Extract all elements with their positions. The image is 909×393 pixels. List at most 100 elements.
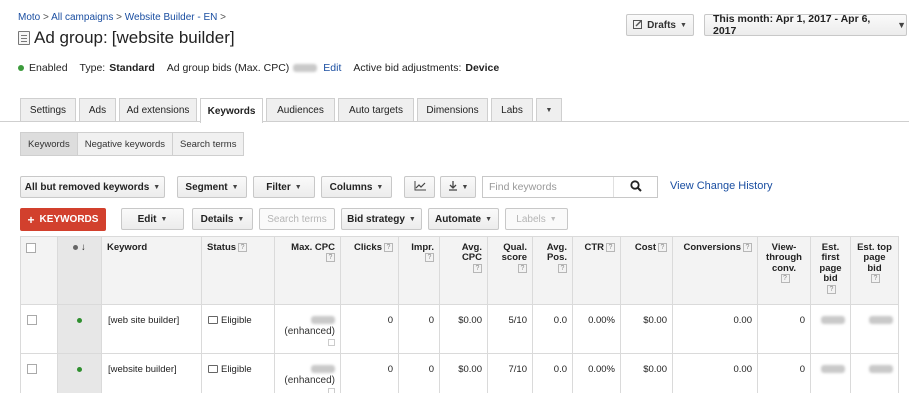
est-top-page-bid-cell [850, 353, 899, 393]
speech-bubble-icon[interactable] [208, 316, 218, 324]
row-status-cell[interactable] [57, 353, 102, 393]
tab-keywords[interactable]: Keywords [200, 98, 263, 123]
edit-bids-link[interactable]: Edit [323, 62, 341, 74]
main-tabs: Settings Ads Ad extensions Keywords Audi… [20, 98, 562, 123]
max-cpc-cell[interactable]: (enhanced) [274, 353, 341, 393]
search-terms-button[interactable]: Search terms [259, 208, 335, 230]
help-icon[interactable]: ? [780, 274, 790, 284]
chevron-down-icon: ▼ [160, 215, 168, 223]
est-first-page-bid-header[interactable]: Est. first page bid? [810, 236, 851, 305]
help-icon[interactable]: ? [238, 243, 248, 252]
help-icon[interactable]: ? [384, 243, 393, 252]
help-icon[interactable]: ? [658, 243, 667, 252]
bids-label: Ad group bids (Max. CPC) [166, 62, 290, 74]
help-icon[interactable]: ? [326, 253, 335, 263]
date-range-button[interactable]: This month: Apr 1, 2017 - Apr 6, 2017 ▼ [704, 13, 907, 37]
cost-cell: $0.00 [620, 353, 673, 393]
help-icon[interactable]: ? [518, 263, 527, 273]
filter-dropdown[interactable]: Filter ▼ [253, 176, 315, 198]
view-through-cell: 0 [757, 353, 811, 393]
max-cpc-header[interactable]: Max. CPC? [274, 236, 341, 305]
search-input[interactable] [483, 177, 613, 197]
status-header[interactable]: Status? [201, 236, 275, 305]
edit-dropdown[interactable]: Edit ▼ [121, 208, 184, 230]
help-icon[interactable]: ? [473, 263, 482, 273]
help-icon[interactable]: ? [743, 243, 752, 252]
speech-bubble-icon[interactable] [208, 365, 218, 373]
clicks-cell: 0 [340, 353, 399, 393]
row-status-cell[interactable] [57, 304, 102, 354]
breadcrumb-link-all-campaigns[interactable]: All campaigns [51, 12, 113, 23]
max-cpc-cell[interactable]: (enhanced) [274, 304, 341, 354]
avg-cpc-header[interactable]: Avg. CPC? [439, 236, 488, 305]
status-sort-header[interactable]: ↓ [57, 236, 102, 305]
add-keywords-button[interactable]: + KEYWORDS [20, 208, 106, 231]
keyword-subtabs: Keywords Negative keywords Search terms [20, 132, 245, 156]
search-button[interactable] [613, 177, 657, 197]
tab-settings[interactable]: Settings [20, 98, 76, 121]
breadcrumb-link-account[interactable]: Moto [18, 12, 40, 23]
subtab-keywords[interactable]: Keywords [21, 133, 78, 155]
bid-strategy-dropdown[interactable]: Bid strategy ▼ [341, 208, 422, 230]
est-first-page-bid-redacted [821, 316, 845, 325]
help-icon[interactable]: ? [606, 243, 615, 252]
keyword-header[interactable]: Keyword [101, 236, 202, 305]
help-icon[interactable]: ? [425, 253, 434, 263]
status-text[interactable]: Enabled [29, 62, 68, 74]
help-icon[interactable]: ? [827, 284, 836, 294]
filter-view-dropdown[interactable]: All but removed keywords ▼ [20, 176, 165, 198]
keyword-cell[interactable]: [web site builder] [101, 304, 202, 354]
impr-cell: 0 [398, 353, 440, 393]
segment-dropdown[interactable]: Segment ▼ [177, 176, 247, 198]
qual-score-header-label: Qual. score [501, 242, 527, 264]
avg-pos-header[interactable]: Avg. Pos.? [532, 236, 573, 305]
conversions-header[interactable]: Conversions? [672, 236, 758, 305]
status-dot-icon [18, 65, 24, 71]
tab-labs[interactable]: Labs [491, 98, 533, 121]
bid-adjustments-value: Device [465, 62, 500, 74]
qual-score-header[interactable]: Qual. score? [487, 236, 533, 305]
chevron-down-icon: ▼ [549, 215, 557, 223]
labels-dropdown[interactable]: Labels ▼ [505, 208, 568, 230]
chevron-down-icon: ▼ [461, 183, 469, 191]
row-select-cell [20, 304, 58, 354]
tab-auto-targets[interactable]: Auto targets [338, 98, 414, 121]
subtab-search-terms[interactable]: Search terms [173, 133, 244, 155]
tab-dimensions[interactable]: Dimensions [417, 98, 488, 121]
cost-header[interactable]: Cost? [620, 236, 673, 305]
ctr-header[interactable]: CTR? [572, 236, 621, 305]
select-all-checkbox[interactable] [26, 243, 36, 253]
clicks-header[interactable]: Clicks? [340, 236, 399, 305]
tab-ad-extensions[interactable]: Ad extensions [119, 98, 197, 121]
drafts-button[interactable]: Drafts ▼ [626, 14, 694, 36]
details-dropdown[interactable]: Details ▼ [192, 208, 253, 230]
download-dropdown[interactable]: ▼ [440, 176, 476, 198]
impr-header[interactable]: Impr.? [398, 236, 440, 305]
columns-dropdown[interactable]: Columns ▼ [321, 176, 392, 198]
breadcrumb: Moto > All campaigns > Website Builder -… [18, 12, 226, 23]
est-top-page-bid-header[interactable]: Est. top page bid? [850, 236, 899, 305]
tab-ads[interactable]: Ads [79, 98, 116, 121]
est-first-page-bid-header-label: Est. first page bid [819, 242, 842, 285]
bid-simulator-icon[interactable] [328, 388, 335, 393]
chart-toggle-button[interactable] [404, 176, 435, 198]
sort-arrow-icon: ↓ [80, 242, 86, 253]
chevron-down-icon: ▼ [237, 215, 245, 223]
search-icon [629, 179, 642, 195]
keyword-cell[interactable]: [website builder] [101, 353, 202, 393]
tab-audiences[interactable]: Audiences [266, 98, 335, 121]
view-through-header[interactable]: View-through conv.? [757, 236, 811, 305]
more-tabs-button[interactable]: ▼ [536, 98, 562, 121]
help-icon[interactable]: ? [558, 263, 567, 273]
max-cpc-value-redacted [293, 64, 318, 72]
row-checkbox[interactable] [27, 364, 37, 374]
help-icon[interactable]: ? [871, 274, 880, 284]
breadcrumb-link-campaign[interactable]: Website Builder - EN [125, 12, 218, 23]
bid-simulator-icon[interactable] [328, 339, 335, 346]
row-checkbox[interactable] [27, 315, 37, 325]
automate-dropdown[interactable]: Automate ▼ [428, 208, 499, 230]
status-cell-label: Eligible [221, 315, 252, 326]
ctr-header-label: CTR [584, 242, 604, 254]
subtab-negative-keywords[interactable]: Negative keywords [78, 133, 173, 155]
view-change-history-link[interactable]: View Change History [670, 180, 773, 192]
